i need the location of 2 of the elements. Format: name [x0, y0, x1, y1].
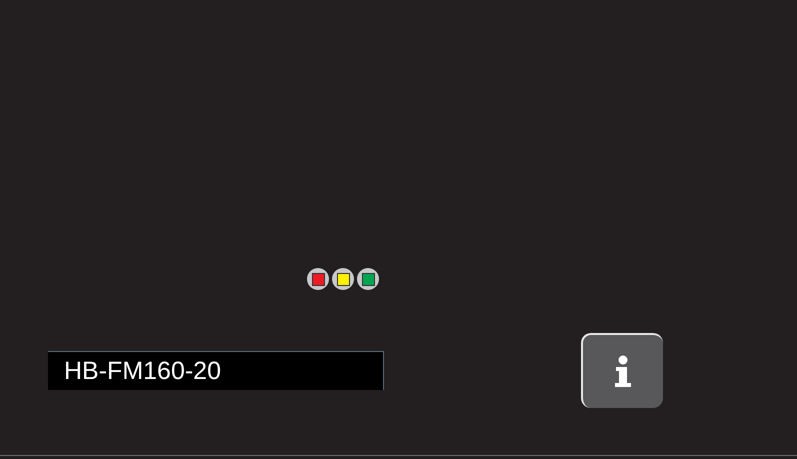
info-button[interactable] [581, 333, 663, 408]
info-icon [613, 355, 633, 388]
